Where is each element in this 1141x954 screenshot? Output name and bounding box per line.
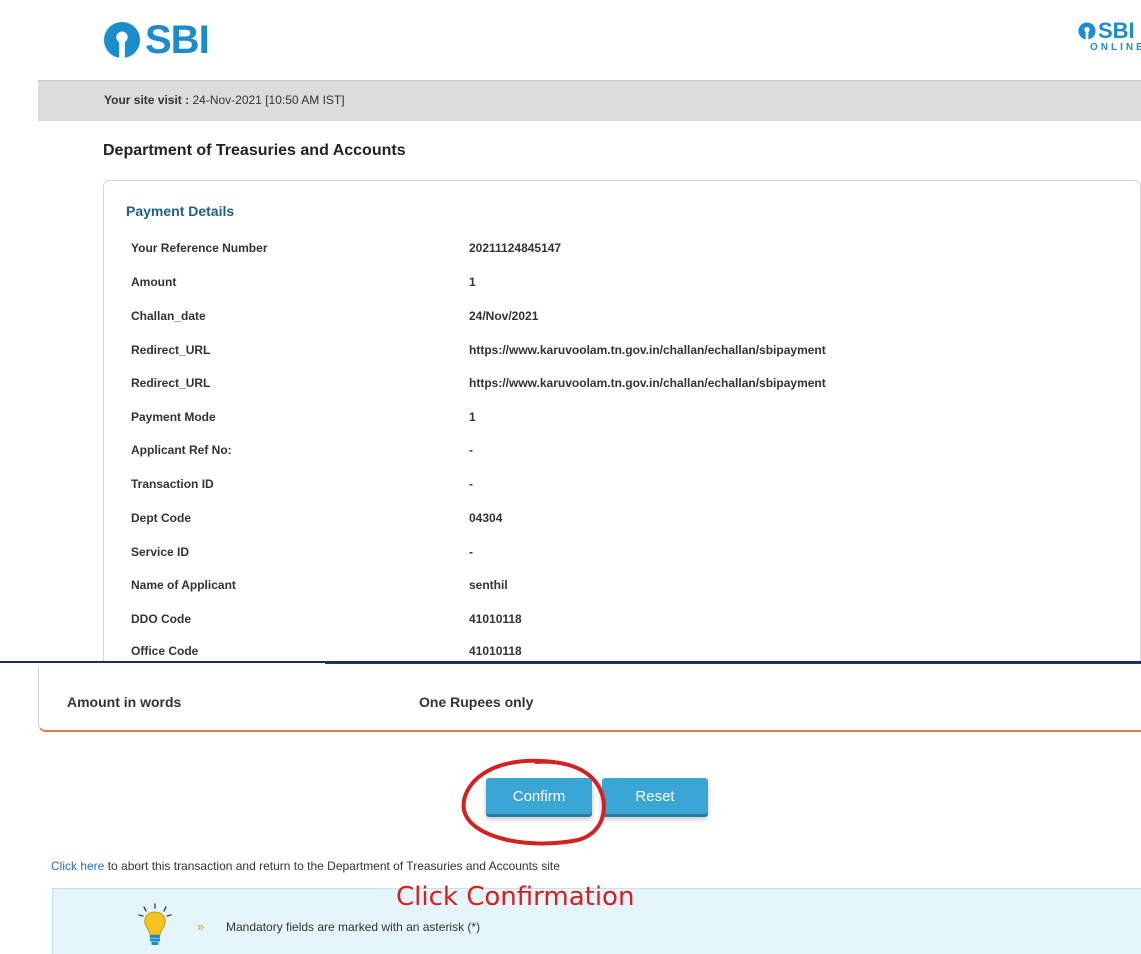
click-here-link[interactable]: Click here [51,859,104,873]
screenshot-page: SBI SBI ONLINE Your site visit : 24-Nov-… [0,0,1141,954]
detail-row: Office Code 41010118 [131,644,1111,662]
lightbulb-icon [138,903,172,945]
detail-value: 1 [469,275,476,289]
detail-row: Transaction ID - [131,477,1111,495]
detail-value: - [469,477,473,491]
detail-row: Payment Mode 1 [131,410,1111,428]
detail-label: Service ID [131,545,190,559]
site-visit-value: 24-Nov-2021 [10:50 AM IST] [192,93,345,107]
cut-detail-value: One Rupees only [419,694,534,710]
detail-value: 20211124845147 [469,241,562,255]
detail-row: Amount 1 [131,275,1111,293]
sbi-online-logo-sub: ONLINE [1090,42,1141,53]
payment-details-heading: Payment Details [126,203,235,219]
detail-label: Challan_date [131,309,206,323]
detail-label: Your Reference Number [131,241,268,255]
detail-label: Applicant Ref No: [131,443,232,457]
detail-row: Challan_date 24/Nov/2021 [131,309,1111,327]
sbi-online-logo-text: SBI [1098,18,1135,43]
detail-value: 41010118 [469,644,522,658]
detail-label: Payment Mode [131,410,216,424]
site-visit-text: Your site visit : 24-Nov-2021 [10:50 AM … [104,93,345,107]
annotation-label: Click Confirmation [396,882,635,912]
sbi-logo[interactable]: SBI [103,18,210,62]
detail-row: Applicant Ref No: - [131,443,1111,461]
detail-value: 24/Nov/2021 [469,309,539,323]
detail-label: DDO Code [131,612,191,626]
detail-value: 04304 [469,511,503,525]
payment-details-card-bottom: Amount in words One Rupees only [38,666,1141,732]
sbi-logo-text: SBI [145,18,210,62]
detail-label: Amount [131,275,177,289]
detail-value: 41010118 [469,612,522,626]
detail-label: Office Code [131,644,199,658]
detail-value: - [469,545,473,559]
sbi-online-logo-icon [1078,22,1096,40]
page-header: SBI SBI ONLINE [0,0,1141,80]
site-visit-bar: Your site visit : 24-Nov-2021 [10:50 AM … [38,80,1141,121]
detail-row: Redirect_URL https://www.karuvoolam.tn.g… [131,343,1111,361]
detail-label: Redirect_URL [131,376,211,390]
sbi-logo-icon [103,21,141,59]
abort-transaction-line: Click here to abort this transaction and… [51,859,560,873]
abort-text: to abort this transaction and return to … [104,859,560,873]
mandatory-fields-note: Mandatory fields are marked with an aste… [226,920,481,934]
sbi-online-logo[interactable]: SBI ONLINE [1078,20,1141,54]
detail-value: senthil [469,578,508,592]
detail-row: Service ID - [131,545,1111,563]
reset-button[interactable]: Reset [602,778,708,814]
detail-row: Dept Code 04304 [131,511,1111,529]
detail-row: Your Reference Number 20211124845147 [131,241,1111,259]
detail-label: Dept Code [131,511,191,525]
cut-detail-label: Amount in words [67,694,182,710]
payment-details-card: Payment Details Your Reference Number 20… [103,180,1141,682]
detail-value: - [469,443,473,457]
detail-label: Redirect_URL [131,343,211,357]
detail-label: Name of Applicant [131,578,236,592]
detail-value: https://www.karuvoolam.tn.gov.in/challan… [469,343,826,357]
site-visit-label: Your site visit : [104,93,190,107]
page-title: Department of Treasuries and Accounts [103,142,406,159]
detail-value: 1 [469,410,476,424]
detail-row: DDO Code 41010118 [131,612,1111,630]
detail-value: https://www.karuvoolam.tn.gov.in/challan… [469,376,826,390]
divider-line [325,663,1141,664]
detail-label: Transaction ID [131,477,214,491]
detail-row: Redirect_URL https://www.karuvoolam.tn.g… [131,376,1111,394]
confirm-button[interactable]: Confirm [486,778,592,814]
detail-row: Name of Applicant senthil [131,578,1111,596]
chevron-right-icon: » [197,919,205,934]
